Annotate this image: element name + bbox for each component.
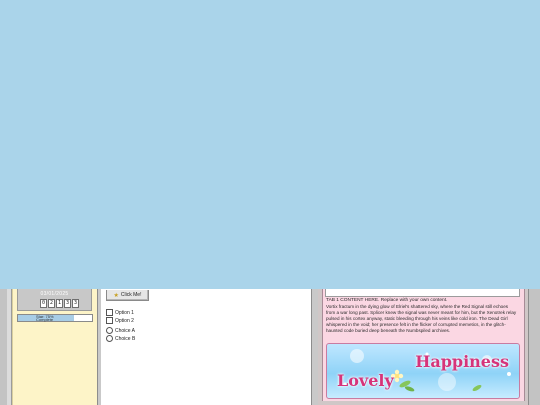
counter-digit: 2 [48, 299, 55, 308]
center-panel [101, 289, 311, 405]
radio-choice-b[interactable]: Choice B [106, 335, 135, 342]
checkbox-label: Option 2 [115, 317, 134, 324]
banner-word-lovely: Lovely [337, 371, 394, 390]
checkbox-label: Option 1 [115, 309, 134, 316]
star-icon: ★ [113, 292, 119, 299]
click-me-button[interactable]: ★ Click Me! [106, 290, 149, 301]
counter-digit: 3 [64, 299, 71, 308]
radio-button[interactable] [106, 327, 113, 334]
radio-button[interactable] [106, 335, 113, 342]
page-scrollbar[interactable] [528, 289, 540, 405]
date-counter-widget: 03/01/2025 0 2 1 3 3 [17, 289, 92, 311]
checkbox-option-2[interactable]: Option 2 [106, 317, 134, 324]
window-left-border [0, 289, 7, 405]
radio-label: Choice B [115, 335, 136, 342]
tab-content: TAB 1 CONTENT HERE. Replace with your ow… [326, 298, 518, 334]
click-me-label: Click Me! [120, 292, 142, 298]
banner-word-happiness: Happiness [415, 352, 509, 371]
happiness-banner-image: Happiness Lovely [326, 343, 520, 399]
date-display: 03/01/2025 [40, 291, 69, 297]
checkbox[interactable] [106, 309, 113, 316]
radio-label: Choice A [115, 327, 136, 334]
tab-header-strip [325, 289, 520, 297]
checkbox-option-1[interactable]: Option 1 [106, 309, 134, 316]
tab-body-text: Vortix fractum in the dying glow of Elri… [326, 304, 517, 333]
progress-label: Star: 75% Complete [36, 314, 54, 322]
checkbox[interactable] [106, 317, 113, 324]
progress-bar: Star: 75% Complete [17, 314, 93, 322]
hit-counter: 0 2 1 3 3 [40, 299, 79, 308]
counter-digit: 3 [72, 299, 79, 308]
counter-digit: 0 [40, 299, 47, 308]
counter-digit: 1 [56, 299, 63, 308]
radio-choice-a[interactable]: Choice A [106, 327, 135, 334]
